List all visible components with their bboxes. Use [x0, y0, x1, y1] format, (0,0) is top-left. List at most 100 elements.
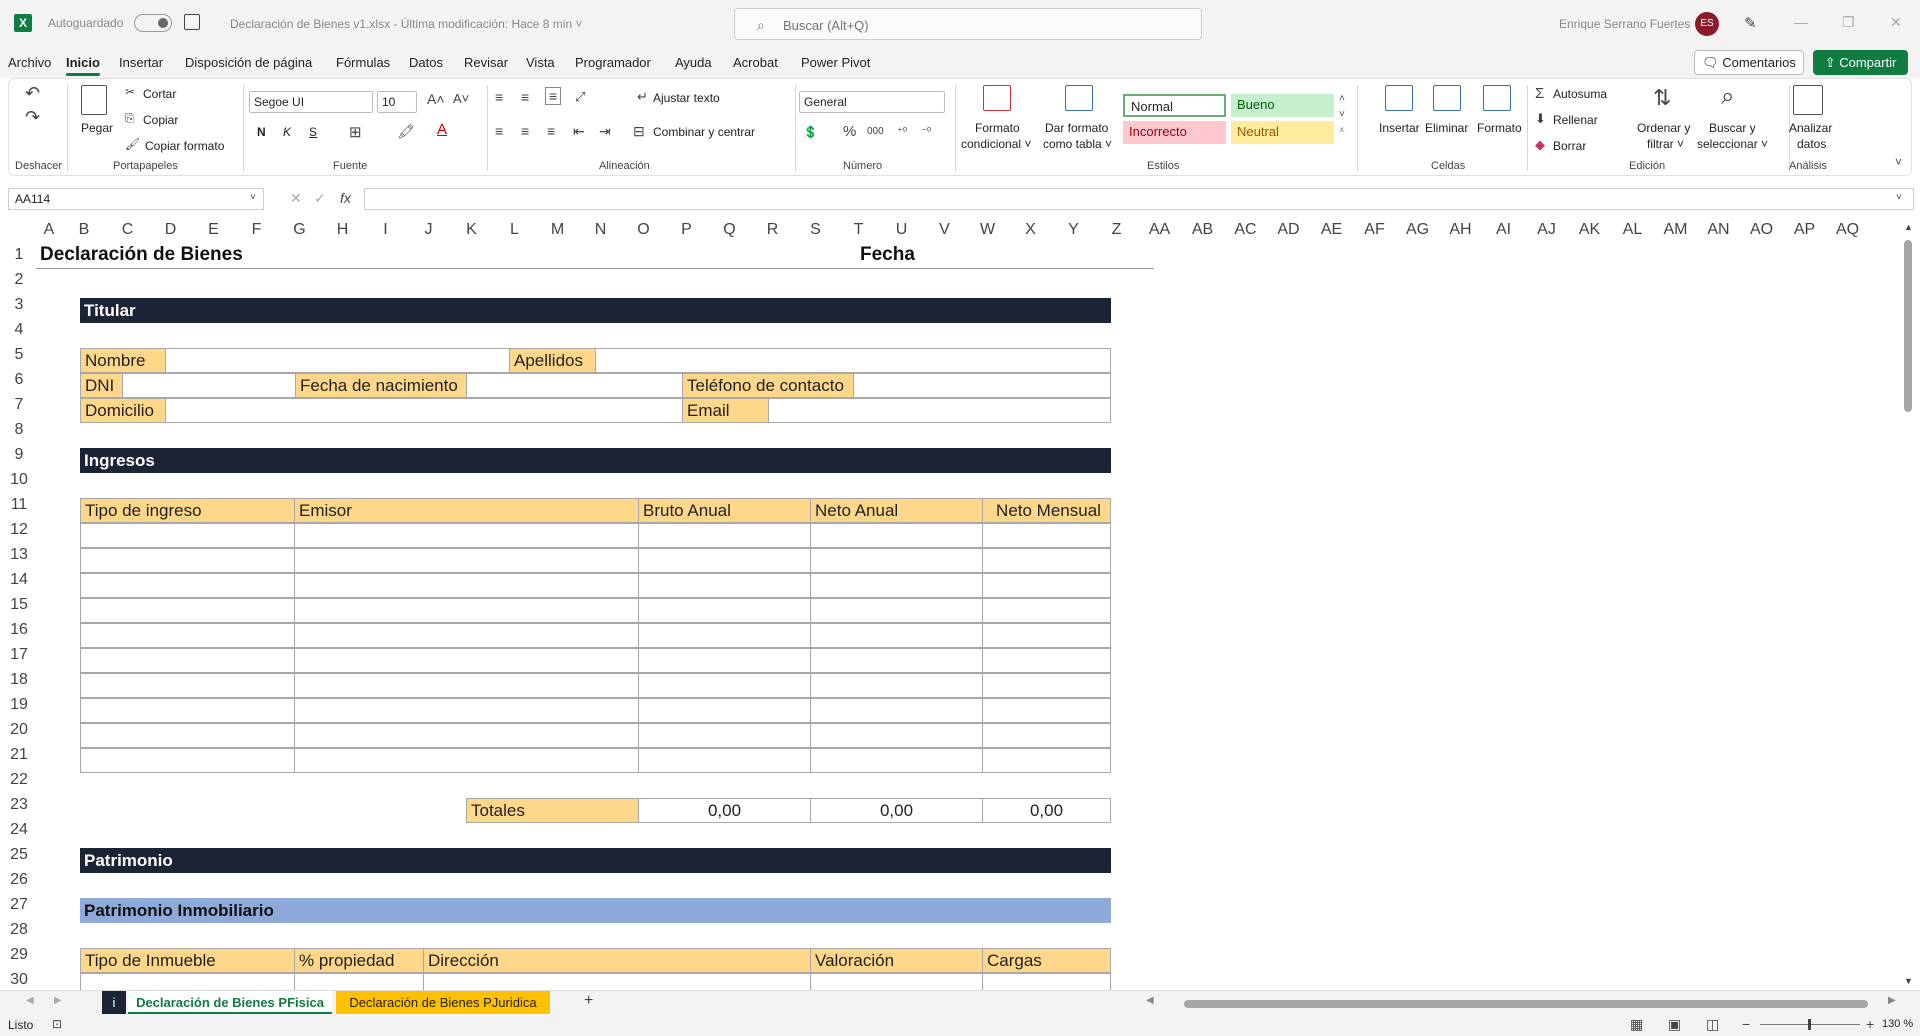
telefono-field[interactable] [853, 373, 1111, 398]
ingresos-cell[interactable] [982, 723, 1111, 748]
underline-button[interactable]: S [309, 125, 317, 139]
menu-formulas[interactable]: Fórmulas [336, 55, 390, 70]
orientation-icon[interactable]: ⤢ [575, 89, 585, 105]
column-header[interactable]: AN [1697, 218, 1740, 242]
scroll-down-icon[interactable]: ▼ [1904, 976, 1913, 986]
minimize-icon[interactable]: — [1794, 14, 1808, 30]
inmueble-cell[interactable] [810, 973, 983, 990]
ingresos-cell[interactable] [810, 623, 983, 648]
align-left-icon[interactable]: ≡ [495, 123, 503, 139]
save-icon[interactable] [184, 14, 200, 30]
conditional-format-label-2[interactable]: condicional ˅ [961, 137, 1031, 151]
ingresos-cell[interactable] [294, 623, 639, 648]
align-bottom-icon[interactable]: ≡ [545, 87, 562, 105]
row-header[interactable]: 23 [0, 792, 38, 817]
inmueble-col-valoracion[interactable]: Valoración [810, 948, 983, 973]
scroll-right-icon[interactable]: ▶ [1888, 995, 1896, 1006]
ingresos-cell[interactable] [80, 648, 295, 673]
domicilio-field[interactable] [165, 398, 683, 423]
menu-disposicion[interactable]: Disposición de página [185, 55, 312, 70]
column-header[interactable]: AI [1482, 218, 1525, 242]
ingresos-cell[interactable] [80, 673, 295, 698]
normal-view-icon[interactable]: ▦ [1630, 1016, 1643, 1033]
vertical-scroll-thumb[interactable] [1904, 240, 1912, 412]
ingresos-cell[interactable] [294, 723, 639, 748]
row-header[interactable]: 10 [0, 467, 38, 492]
column-header[interactable]: B [62, 218, 106, 242]
add-sheet-icon[interactable]: + [584, 992, 593, 1010]
column-header[interactable]: AC [1224, 218, 1267, 242]
sort-filter-icon[interactable]: ⇅ [1653, 85, 1671, 111]
column-header[interactable]: AM [1654, 218, 1697, 242]
date-label[interactable]: Fecha [856, 242, 915, 267]
conditional-format-icon[interactable] [983, 85, 1011, 111]
menu-vista[interactable]: Vista [526, 55, 555, 70]
ingresos-cell[interactable] [294, 548, 639, 573]
email-label[interactable]: Email [682, 398, 769, 423]
row-header[interactable]: 11 [0, 492, 38, 517]
decrease-indent-icon[interactable]: ⇤ [573, 123, 585, 140]
column-header[interactable]: AG [1396, 218, 1439, 242]
scroll-up-icon[interactable]: ▲ [1904, 222, 1913, 232]
close-icon[interactable]: ✕ [1890, 14, 1902, 31]
menu-ayuda[interactable]: Ayuda [675, 55, 712, 70]
share-button[interactable]: ⇪ Compartir [1813, 50, 1908, 75]
column-header[interactable]: Z [1095, 218, 1138, 242]
italic-button[interactable]: K [283, 125, 291, 139]
bold-button[interactable]: N [257, 125, 266, 139]
autosum-button[interactable]: Autosuma [1553, 87, 1607, 101]
cut-icon[interactable]: ✂ [125, 85, 135, 99]
percent-icon[interactable]: % [843, 123, 856, 140]
column-header[interactable]: AQ [1826, 218, 1869, 242]
copy-format-button[interactable]: Copiar formato [145, 139, 224, 153]
formula-input[interactable] [364, 188, 1914, 210]
column-header[interactable]: AE [1310, 218, 1353, 242]
column-header[interactable]: K [450, 218, 493, 242]
column-header[interactable]: V [923, 218, 966, 242]
column-header[interactable]: AH [1439, 218, 1482, 242]
insert-cells-icon[interactable] [1385, 85, 1413, 111]
column-header[interactable]: S [794, 218, 837, 242]
row-header[interactable]: 12 [0, 517, 38, 542]
apellidos-field[interactable] [595, 348, 1111, 373]
row-header[interactable]: 18 [0, 667, 38, 692]
ingresos-cell[interactable] [80, 623, 295, 648]
redo-icon[interactable]: ↷ [25, 107, 40, 128]
menu-inicio[interactable]: Inicio [66, 55, 100, 70]
ingresos-cell[interactable] [294, 573, 639, 598]
currency-icon[interactable]: 💲 [803, 125, 818, 139]
row-header[interactable]: 19 [0, 692, 38, 717]
menu-insertar[interactable]: Insertar [119, 55, 163, 70]
row-header[interactable]: 28 [0, 917, 38, 942]
fecha-nacimiento-label[interactable]: Fecha de nacimiento [295, 373, 467, 398]
name-box-dropdown-icon[interactable]: ˅ [250, 192, 256, 203]
style-neutral[interactable]: Neutral [1231, 121, 1334, 144]
fill-button[interactable]: Rellenar [1553, 113, 1598, 127]
analyze-label-2[interactable]: datos [1797, 137, 1826, 151]
row-header[interactable]: 4 [0, 317, 38, 342]
ingresos-cell[interactable] [638, 673, 811, 698]
scroll-left-icon[interactable]: ◀ [1146, 995, 1154, 1006]
prev-sheet-icon[interactable]: ◀ [26, 995, 34, 1006]
inmueble-col-tipo[interactable]: Tipo de Inmueble [80, 948, 295, 973]
row-header[interactable]: 21 [0, 742, 38, 767]
delete-cells-icon[interactable] [1433, 85, 1461, 111]
cut-button[interactable]: Cortar [143, 87, 176, 101]
decrease-font-icon[interactable]: A˅ [453, 91, 469, 106]
row-header[interactable]: 20 [0, 717, 38, 742]
column-header[interactable]: AB [1181, 218, 1224, 242]
menu-power-pivot[interactable]: Power Pivot [801, 55, 870, 70]
collapse-ribbon-icon[interactable]: ˅ [1895, 155, 1902, 169]
name-box[interactable]: AA114 [8, 188, 264, 210]
column-header[interactable]: T [837, 218, 880, 242]
ingresos-cell[interactable] [294, 598, 639, 623]
row-header[interactable]: 6 [0, 367, 38, 392]
telefono-label[interactable]: Teléfono de contacto [682, 373, 854, 398]
merge-center-button[interactable]: Combinar y centrar [653, 125, 755, 139]
column-header[interactable]: AF [1353, 218, 1396, 242]
inmobiliario-header[interactable]: Patrimonio Inmobiliario [80, 898, 1111, 923]
paste-button[interactable]: Pegar [81, 121, 113, 135]
align-center-icon[interactable]: ≡ [521, 123, 529, 139]
row-header[interactable]: 3 [0, 292, 38, 317]
increase-indent-icon[interactable]: ⇥ [599, 123, 611, 140]
